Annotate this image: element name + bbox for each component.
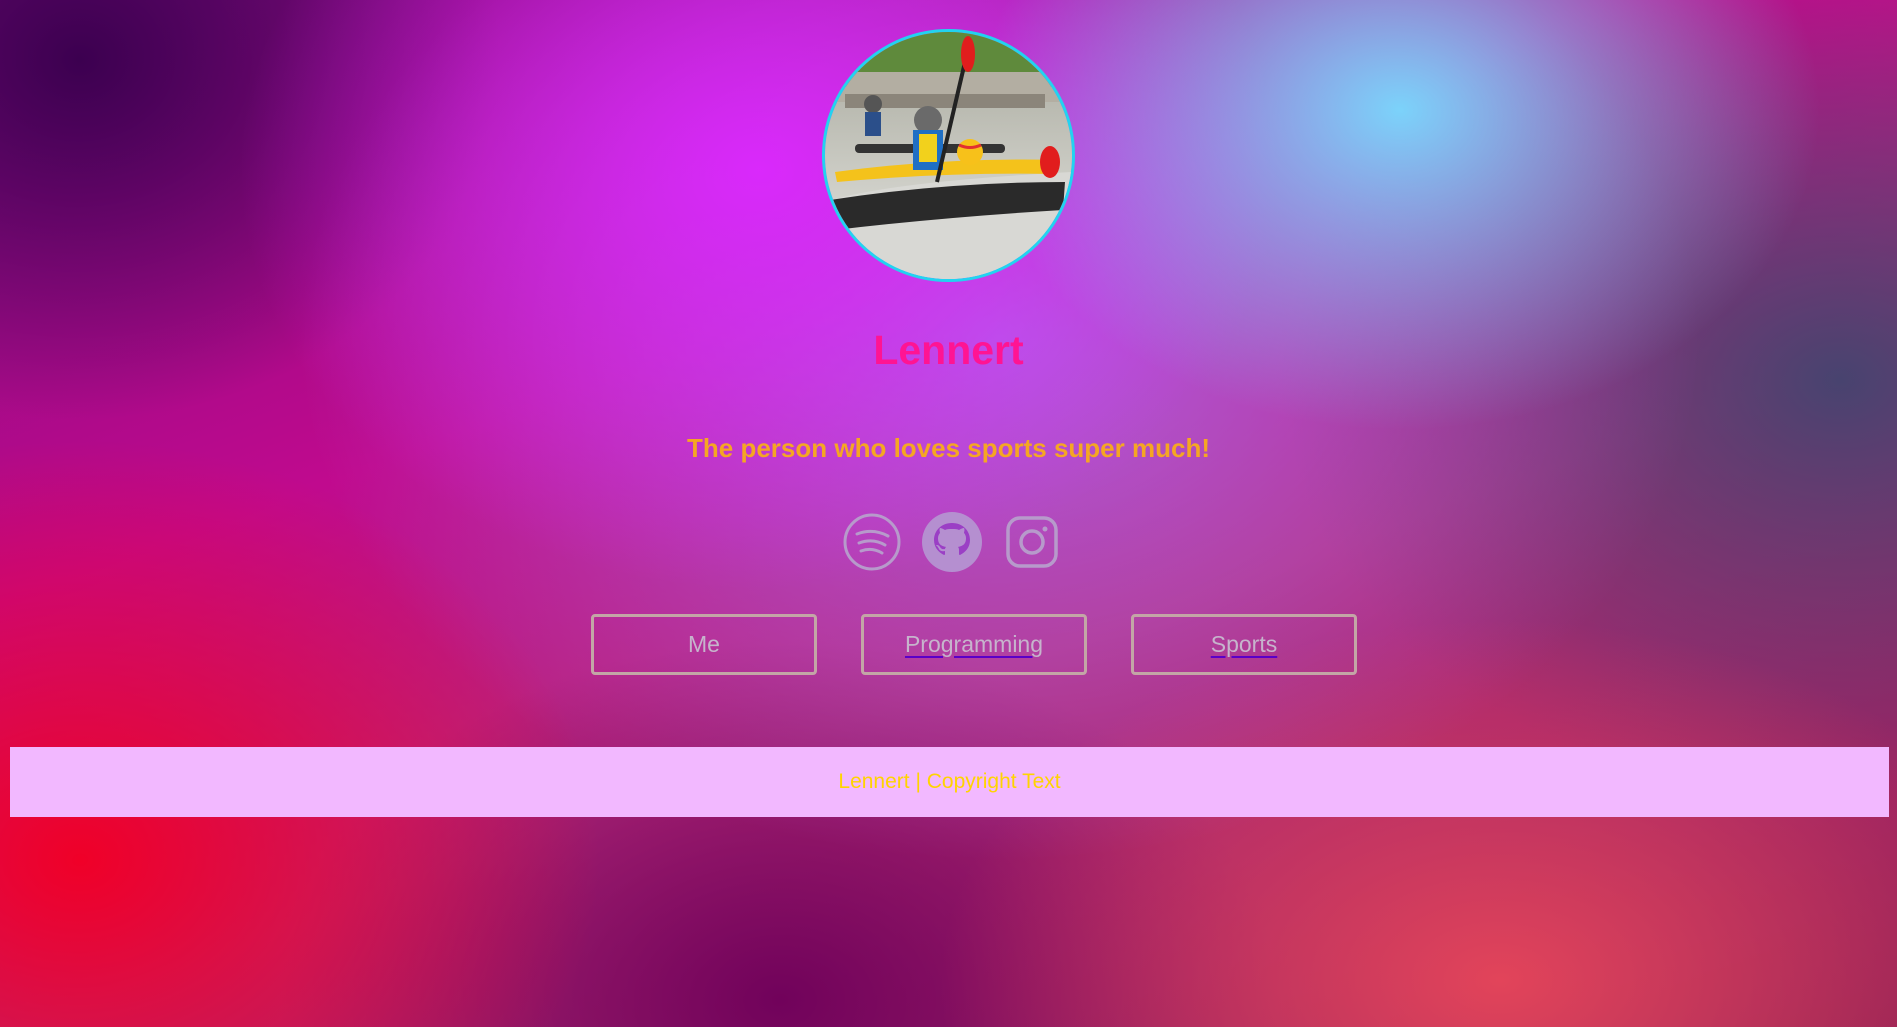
footer: Lennert | Copyright Text <box>10 747 1889 817</box>
sports-button[interactable]: Sports <box>1131 614 1357 675</box>
programming-button[interactable]: Programming <box>861 614 1087 675</box>
me-button[interactable]: Me <box>591 614 817 675</box>
footer-text: Lennert | Copyright Text <box>838 770 1061 793</box>
profile-tagline: The person who loves sports super much! <box>687 433 1210 463</box>
instagram-icon[interactable] <box>1000 510 1064 574</box>
me-button-label: Me <box>688 631 720 657</box>
sports-button-label: Sports <box>1210 631 1278 657</box>
profile-avatar <box>822 29 1075 282</box>
avatar-photo <box>825 32 1072 279</box>
social-links <box>840 510 1060 574</box>
spotify-icon[interactable] <box>840 510 904 574</box>
github-icon[interactable] <box>920 510 984 574</box>
programming-button-label: Programming <box>904 631 1044 657</box>
profile-name: Lennert <box>873 327 1024 373</box>
